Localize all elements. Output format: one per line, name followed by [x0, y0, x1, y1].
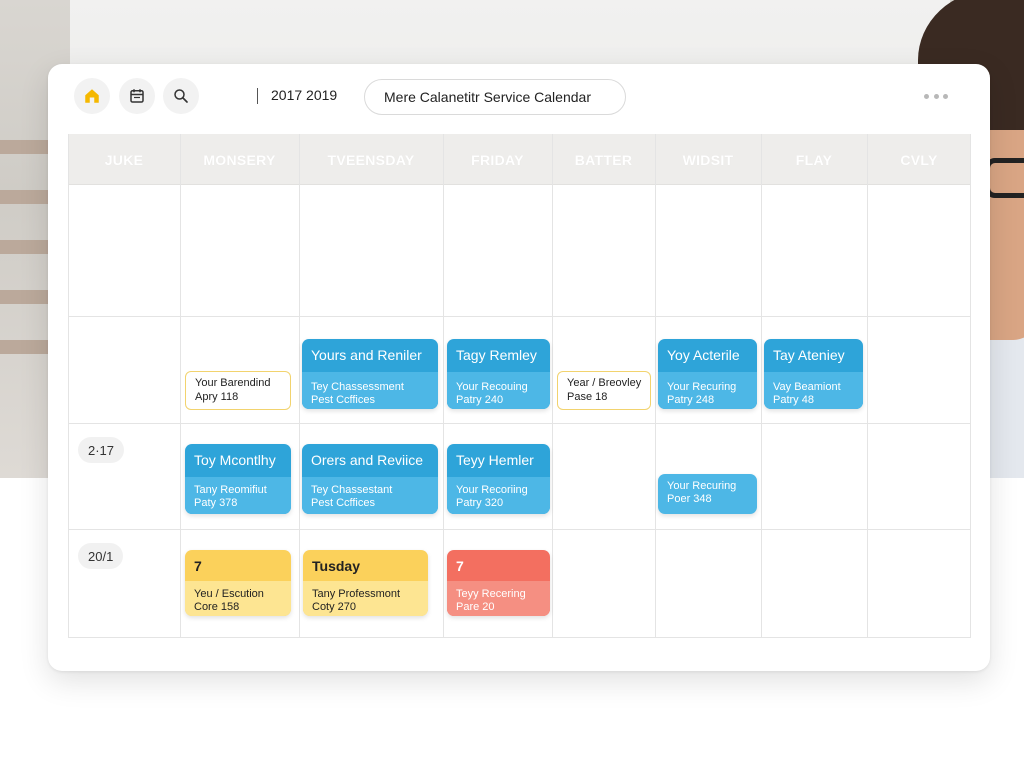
- toolbar: 2017 2019 Mere Calanetitr Service Calend…: [48, 64, 990, 134]
- calendar-window: 2017 2019 Mere Calanetitr Service Calend…: [48, 64, 990, 671]
- home-button[interactable]: [74, 78, 110, 114]
- event-title: Teyy Hemler: [456, 452, 534, 468]
- column-header: TVEENSDAY: [327, 151, 415, 168]
- event-card[interactable]: Toy Mcontlhy Tany Reomifiut Paty 378: [185, 444, 291, 514]
- event-detail: Poer 348: [667, 493, 712, 505]
- event-title: Tagy Remley: [456, 347, 537, 363]
- calendar-grid: JUKE MONSERY TVEENSDAY FRIDAY BATTER WID…: [68, 134, 971, 638]
- background-person-glasses: [985, 158, 1024, 198]
- grid-line: [299, 134, 300, 638]
- calendar-title-field[interactable]: Mere Calanetitr Service Calendar: [364, 79, 626, 115]
- event-title: Yours and Reniler: [311, 347, 422, 363]
- event-card[interactable]: 7 Teyy Recering Pare 20: [447, 550, 550, 616]
- event-card[interactable]: Your Barendind Apry 118: [185, 371, 291, 410]
- event-card[interactable]: 7 Yeu / Escution Core 158: [185, 550, 291, 616]
- event-detail: Yeu / Escution: [194, 588, 264, 600]
- grid-line: [68, 637, 971, 638]
- event-detail: Pest Ccffices: [311, 497, 375, 509]
- event-title: Tay Ateniey: [773, 347, 845, 363]
- grid-line: [180, 134, 181, 638]
- date-range-label[interactable]: 2017 2019: [271, 87, 337, 103]
- search-button[interactable]: [163, 78, 199, 114]
- grid-line: [761, 134, 762, 638]
- event-card[interactable]: Teyy Hemler Your Recoriing Patry 320: [447, 444, 550, 514]
- event-detail: Patry 248: [667, 394, 715, 406]
- event-detail: Patry 320: [456, 497, 504, 509]
- column-header: FLAY: [795, 151, 833, 168]
- event-detail: Your Recuring: [667, 480, 737, 492]
- column-header: BATTER: [574, 151, 633, 168]
- event-detail: Pest Ccffices: [311, 394, 375, 406]
- event-title: Yoy Acterile: [667, 347, 740, 363]
- event-card[interactable]: Your Recuring Poer 348: [658, 474, 757, 514]
- event-detail: Apry 118: [195, 391, 239, 403]
- event-detail: Tany Reomifiut: [194, 484, 267, 496]
- event-detail: Tey Chassestant: [311, 484, 393, 496]
- grid-line: [68, 134, 69, 638]
- event-detail: Patry 48: [773, 394, 814, 406]
- event-detail: Your Recuring: [667, 381, 737, 393]
- event-card[interactable]: Tusday Tany Professmont Coty 270: [303, 550, 428, 616]
- grid-line: [867, 134, 868, 638]
- grid-line: [970, 134, 971, 638]
- weekday-header: JUKE MONSERY TVEENSDAY FRIDAY BATTER WID…: [68, 134, 971, 185]
- grid-line: [68, 529, 971, 530]
- event-title: Tusday: [312, 558, 360, 574]
- row-label: 2·17: [78, 437, 125, 463]
- column-header: FRIDAY: [471, 151, 524, 168]
- event-card[interactable]: Yoy Acterile Your Recuring Patry 248: [658, 339, 757, 409]
- row-label: 20/1: [78, 543, 124, 569]
- search-icon: [174, 89, 188, 103]
- event-title: Toy Mcontlhy: [194, 452, 276, 468]
- event-detail: Teyy Recering: [456, 588, 526, 600]
- event-card[interactable]: Tagy Remley Your Recouing Patry 240: [447, 339, 550, 409]
- event-detail: Year / Breovley: [567, 377, 642, 389]
- column-header: WIDSIT: [682, 151, 734, 168]
- grid-line: [68, 423, 971, 424]
- grid-line: [443, 134, 444, 638]
- column-header: JUKE: [104, 151, 144, 168]
- event-detail: Your Barendind: [195, 377, 271, 389]
- event-card[interactable]: Year / Breovley Pase 18: [557, 371, 651, 410]
- calendar-title: Mere Calanetitr Service Calendar: [384, 89, 591, 105]
- grid-line: [68, 316, 971, 317]
- home-icon: [85, 89, 99, 103]
- grid-line: [552, 134, 553, 638]
- event-title: 7: [456, 558, 464, 574]
- event-detail: Paty 378: [194, 497, 238, 509]
- event-detail: Tany Professmont: [312, 588, 401, 600]
- event-card[interactable]: Orers and Reviice Tey Chassestant Pest C…: [302, 444, 438, 514]
- event-detail: Your Recoriing: [456, 484, 528, 496]
- column-header: CVLY: [900, 151, 938, 168]
- event-title: Orers and Reviice: [311, 452, 424, 468]
- event-detail: Tey Chassessment: [311, 381, 404, 393]
- grid-line: [655, 134, 656, 638]
- calendar-button[interactable]: [119, 78, 155, 114]
- event-detail: Patry 240: [456, 394, 504, 406]
- event-title: 7: [194, 558, 202, 574]
- event-detail: Core 158: [194, 601, 240, 613]
- event-detail: Coty 270: [312, 601, 357, 613]
- column-header: MONSERY: [203, 151, 276, 168]
- event-detail: Your Recouing: [456, 381, 528, 393]
- event-card[interactable]: Yours and Reniler Tey Chassessment Pest …: [302, 339, 438, 409]
- event-detail: Vay Beamiont: [773, 381, 841, 393]
- event-detail: Pase 18: [567, 391, 608, 403]
- event-detail: Pare 20: [456, 601, 495, 613]
- more-button[interactable]: [924, 88, 948, 104]
- toolbar-divider: [257, 88, 258, 104]
- calendar-icon: [130, 89, 144, 103]
- event-card[interactable]: Tay Ateniey Vay Beamiont Patry 48: [764, 339, 863, 409]
- more-icon: [924, 93, 929, 99]
